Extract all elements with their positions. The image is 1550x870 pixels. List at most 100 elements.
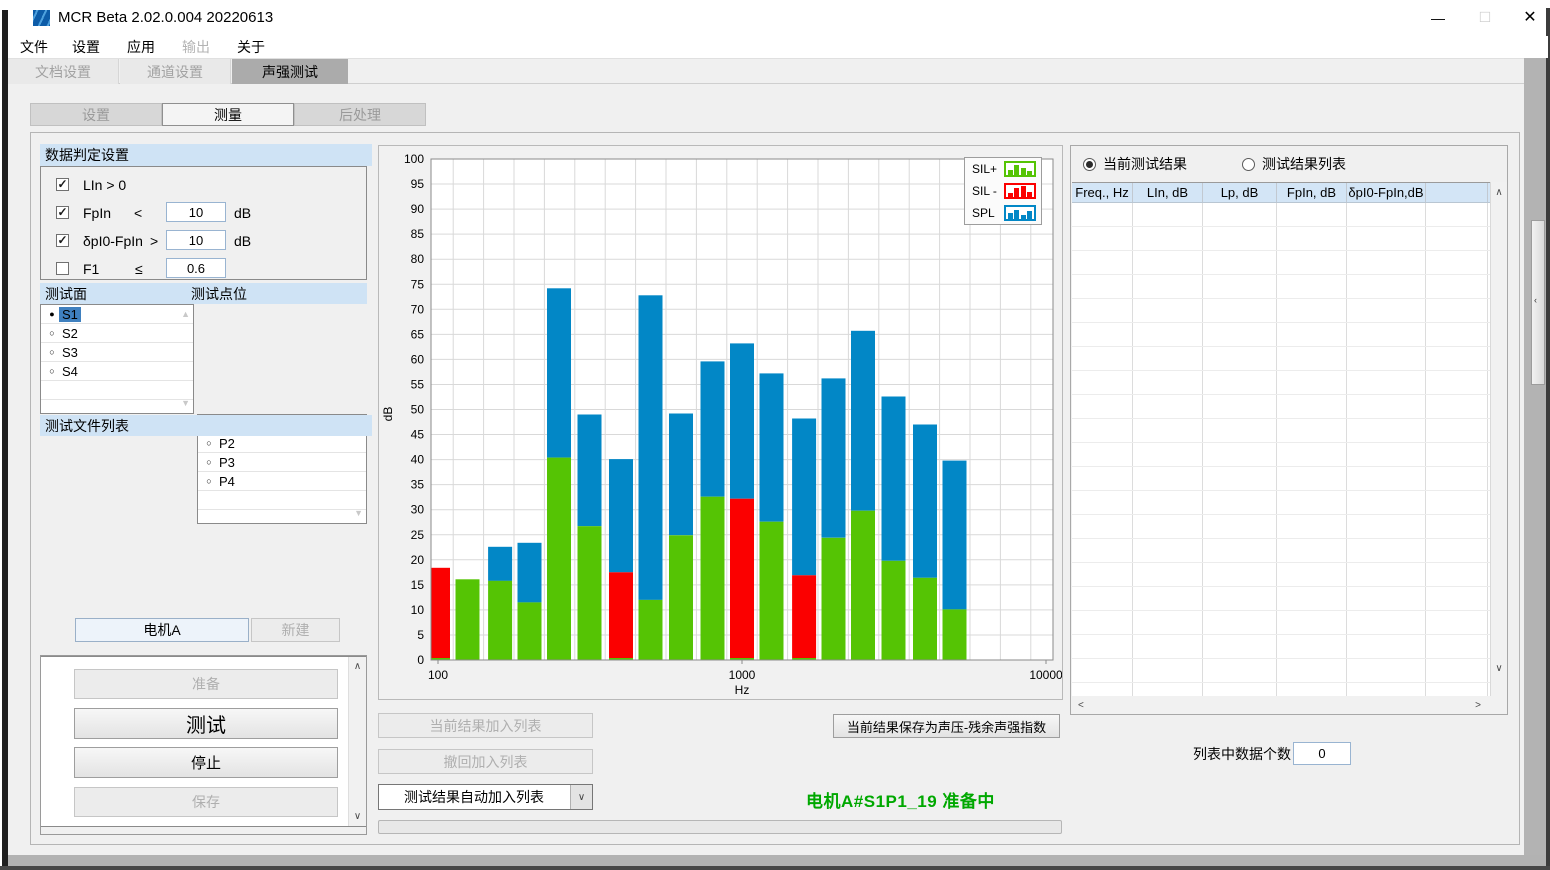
table-cell: [1203, 467, 1277, 490]
f1-checkbox[interactable]: [56, 262, 69, 275]
table-cell: [1072, 443, 1133, 466]
scroll-down-icon[interactable]: ▼: [181, 399, 190, 408]
table-header-cell[interactable]: Freq., Hz: [1072, 183, 1133, 202]
result-list-radio[interactable]: [1242, 158, 1255, 171]
table-header-cell[interactable]: [1426, 183, 1488, 202]
maximize-button[interactable]: □: [1470, 5, 1500, 29]
save-as-residual-button[interactable]: 当前结果保存为声压-残余声强指数: [833, 714, 1060, 738]
lin-checkbox[interactable]: [56, 178, 69, 191]
subtab-postprocess[interactable]: 后处理: [294, 103, 426, 126]
scroll-down-icon[interactable]: ▼: [354, 509, 363, 518]
scroll-right-icon[interactable]: >: [1475, 700, 1481, 711]
scroll-left-icon[interactable]: <: [1078, 700, 1084, 711]
list-item-label: P2: [216, 436, 238, 451]
dpi0-threshold-input[interactable]: [166, 230, 226, 250]
table-cell: [1426, 251, 1488, 274]
table-header-cell[interactable]: LIn, dB: [1133, 183, 1203, 202]
stop-button[interactable]: 停止: [74, 747, 338, 778]
table-cell: [1426, 299, 1488, 322]
table-cell: [1347, 443, 1426, 466]
subtab-measure[interactable]: 测量: [162, 103, 294, 126]
table-cell: [1203, 251, 1277, 274]
list-item[interactable]: ● S1: [41, 305, 193, 324]
subtab-setup[interactable]: 设置: [30, 103, 162, 126]
table-cell: [1277, 635, 1347, 658]
legend-item: SPL: [965, 202, 1041, 224]
list-item[interactable]: ○ P2: [198, 434, 366, 453]
svg-text:35: 35: [411, 478, 425, 492]
right-side-strip: [1524, 58, 1546, 855]
table-row: [1072, 659, 1490, 683]
legend-item: SIL+: [965, 158, 1041, 180]
model-a-button[interactable]: 电机A: [75, 618, 249, 642]
dpi0-unit: dB: [234, 233, 251, 249]
menu-apply[interactable]: 应用: [117, 37, 165, 57]
current-result-radio[interactable]: [1083, 158, 1096, 171]
menu-file[interactable]: 文件: [10, 37, 58, 57]
list-item[interactable]: ○ S3: [41, 343, 193, 362]
table-cell: [1072, 371, 1133, 394]
radio-icon: ○: [202, 476, 216, 486]
table-cell: [1347, 563, 1426, 586]
auto-add-selected-option: 测试结果自动加入列表: [379, 785, 569, 809]
table-cell: [1426, 275, 1488, 298]
table-cell: [1426, 611, 1488, 634]
table-hscrollbar[interactable]: < >: [1072, 696, 1507, 714]
table-cell: [1426, 587, 1488, 610]
table-cell: [1426, 443, 1488, 466]
table-cell: [1426, 539, 1488, 562]
table-header-cell[interactable]: δpI0-FpIn,dB: [1347, 183, 1426, 202]
panel-collapse-handle[interactable]: ‹: [1531, 220, 1545, 385]
spectrum-chart: 0510152025303540455055606570758085909510…: [379, 146, 1062, 699]
table-cell: [1072, 419, 1133, 442]
table-cell: [1277, 659, 1347, 682]
status-text: 电机A#S1P1_19 准备中: [806, 787, 995, 812]
list-item[interactable]: ○ S2: [41, 324, 193, 343]
tab-channel-settings[interactable]: 通道设置: [120, 59, 231, 85]
svg-text:25: 25: [411, 528, 425, 542]
auto-add-combobox[interactable]: 测试结果自动加入列表 ∨: [378, 784, 593, 810]
fpin-threshold-input[interactable]: [166, 202, 226, 222]
menu-settings[interactable]: 设置: [62, 37, 110, 57]
title-bar: MCR Beta 2.02.0.004 20220613 — □ ✕: [8, 0, 1546, 36]
table-row: [1072, 251, 1490, 275]
menu-bar: 文件 设置 应用 输出 关于: [8, 36, 1548, 58]
list-item-empty: [41, 400, 193, 414]
f1-threshold-input[interactable]: [166, 258, 226, 278]
table-vscrollbar[interactable]: ∧ ∨: [1490, 182, 1507, 696]
table-cell: [1277, 275, 1347, 298]
dpi0-checkbox[interactable]: [56, 234, 69, 247]
app-icon: [33, 10, 50, 26]
svg-text:30: 30: [411, 503, 425, 517]
test-button[interactable]: 测试: [74, 708, 338, 739]
table-cell: [1347, 467, 1426, 490]
scroll-down-icon[interactable]: ∨: [1491, 663, 1507, 674]
scroll-up-icon[interactable]: ▲: [181, 310, 190, 319]
list-item[interactable]: ○ S4: [41, 362, 193, 381]
table-cell: [1277, 611, 1347, 634]
list-item[interactable]: ○ P3: [198, 453, 366, 472]
tab-document-settings[interactable]: 文档设置: [8, 59, 119, 85]
fpin-checkbox[interactable]: [56, 206, 69, 219]
close-button[interactable]: ✕: [1515, 6, 1545, 29]
table-header-cell[interactable]: Lp, dB: [1203, 183, 1277, 202]
table-row: [1072, 203, 1490, 227]
app-window: MCR Beta 2.02.0.004 20220613 — □ ✕ 文件 设置…: [0, 0, 1550, 870]
scroll-up-icon[interactable]: ∧: [1491, 187, 1507, 198]
tab-sound-intensity-test[interactable]: 声强测试: [232, 59, 348, 85]
table-header-cell[interactable]: FpIn, dB: [1277, 183, 1347, 202]
minimize-button[interactable]: —: [1423, 7, 1453, 29]
table-cell: [1347, 683, 1426, 696]
table-cell: [1426, 683, 1488, 696]
table-cell: [1072, 539, 1133, 562]
legend-item: SIL -: [965, 180, 1041, 202]
table-cell: [1426, 635, 1488, 658]
combobox-dropdown-button[interactable]: ∨: [570, 785, 592, 809]
list-item[interactable]: ○ P4: [198, 472, 366, 491]
table-cell: [1347, 491, 1426, 514]
table-cell: [1072, 563, 1133, 586]
table-cell: [1203, 395, 1277, 418]
taskbar-strip: [0, 866, 1550, 870]
menu-about[interactable]: 关于: [227, 37, 275, 57]
table-cell: [1133, 491, 1203, 514]
